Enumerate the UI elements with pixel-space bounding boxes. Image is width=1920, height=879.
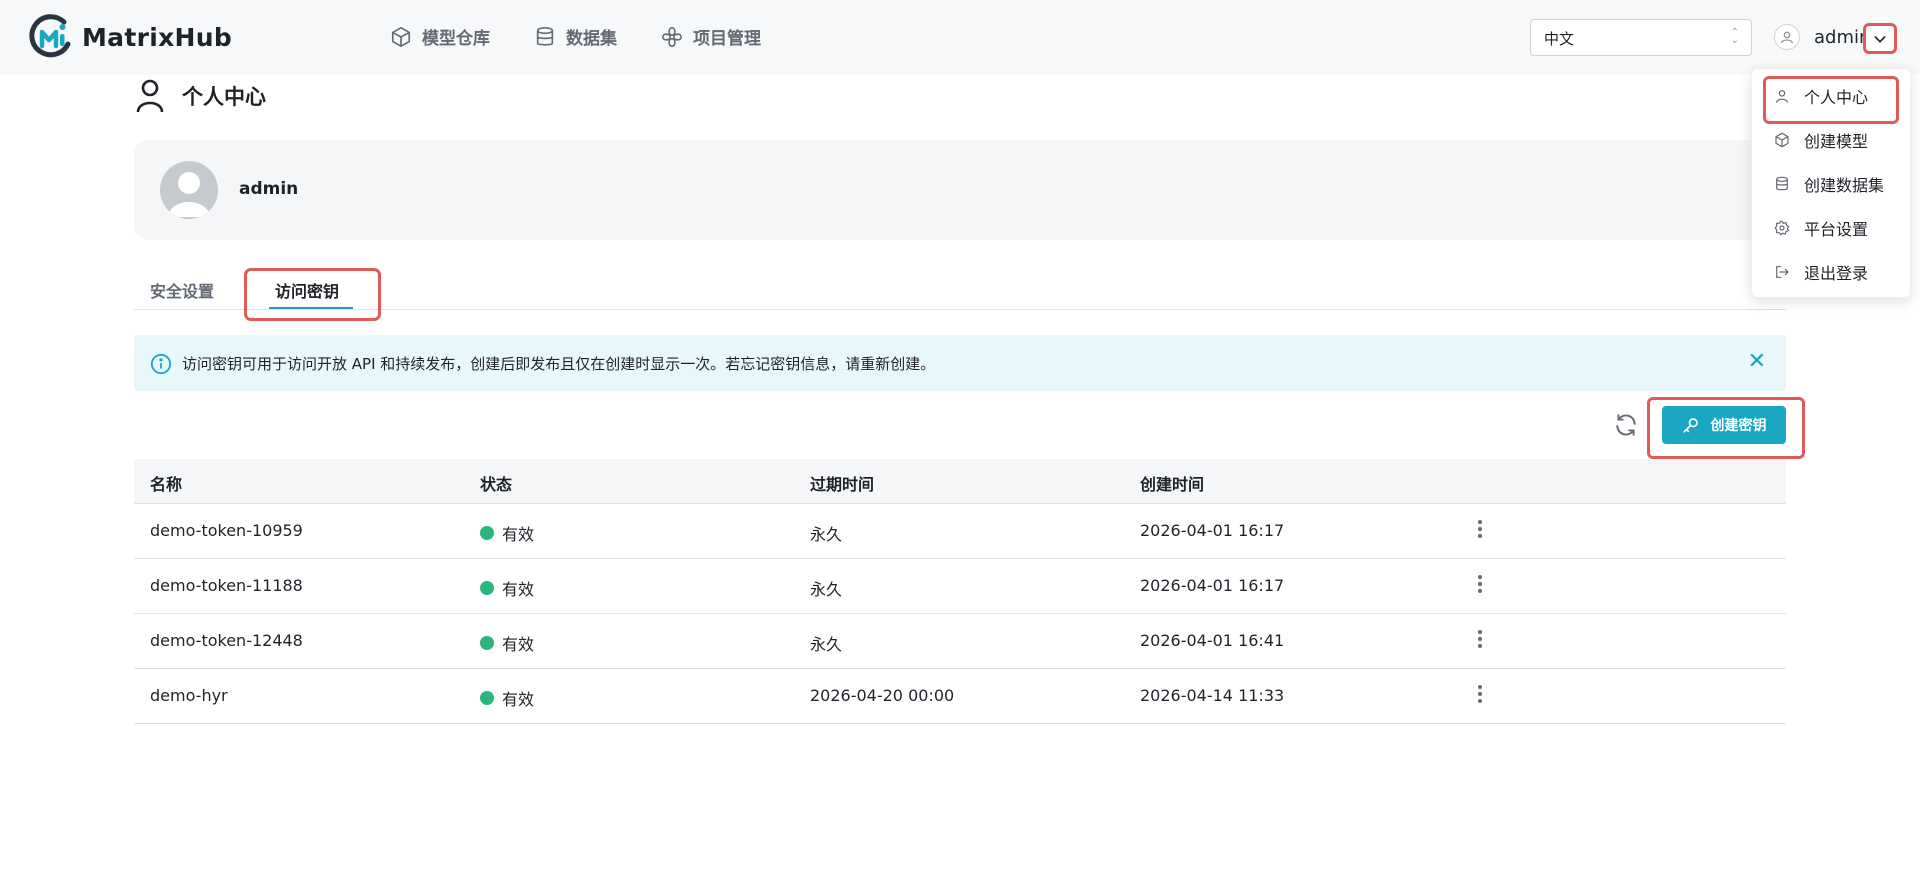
more-vertical-icon[interactable]: [1476, 628, 1484, 650]
menu-item-label: 退出登录: [1804, 264, 1869, 283]
logout-icon: [1776, 266, 1789, 278]
nav-item-models[interactable]: 模型仓库: [390, 24, 490, 49]
key-expires: 2026-04-20 00:00: [810, 686, 955, 705]
header-username: admin: [1814, 26, 1871, 48]
chevron-down-icon: [1874, 35, 1886, 43]
avatar: [160, 161, 218, 219]
status-text: 有效: [502, 580, 535, 599]
key-expires: 永久: [810, 580, 843, 599]
highlight-box-tab: [244, 268, 381, 321]
default-avatar-icon: [168, 172, 210, 217]
key-status: 有效: [480, 521, 534, 545]
status-text: 有效: [502, 635, 535, 654]
status-dot: [480, 691, 494, 705]
key-name: demo-token-11188: [150, 576, 303, 595]
highlight-box-profile-item: [1763, 76, 1899, 124]
matrixhub-logo-icon: [28, 14, 74, 60]
column-header-name: 名称: [150, 475, 183, 494]
more-vertical-icon[interactable]: [1476, 518, 1484, 540]
nav-item-label: 模型仓库: [422, 29, 490, 49]
access-keys-table: 名称 状态 过期时间 创建时间 demo-token-10959 有效 永久 2…: [134, 459, 1786, 724]
page-title: 个人中心: [135, 78, 266, 114]
info-alert: 访问密钥可用于访问开放 API 和持续发布，创建后即发布且仅在创建时显示一次。若…: [134, 335, 1786, 391]
database-icon: [1776, 176, 1788, 191]
user-menu-trigger[interactable]: admin: [1774, 24, 1870, 50]
nav-item-label: 项目管理: [693, 29, 761, 49]
highlight-box-create: [1647, 397, 1805, 459]
app-name: MatrixHub: [82, 22, 233, 52]
nav-item-datasets[interactable]: 数据集: [534, 24, 617, 49]
table-row: demo-token-10959 有效 永久 2026-04-01 16:17: [134, 504, 1786, 559]
key-expires: 永久: [810, 525, 843, 544]
key-name: demo-token-10959: [150, 521, 303, 540]
nav-item-label: 数据集: [566, 29, 617, 49]
status-text: 有效: [502, 525, 535, 544]
menu-item-label: 创建数据集: [1804, 176, 1885, 195]
database-icon: [536, 26, 554, 46]
nav-item-projects[interactable]: 项目管理: [661, 24, 761, 49]
more-vertical-icon[interactable]: [1476, 683, 1484, 705]
refresh-icon: [1616, 414, 1636, 436]
user-dropdown-button[interactable]: [1863, 23, 1897, 54]
menu-item-platform-settings[interactable]: 平台设置: [1752, 209, 1912, 247]
key-created: 2026-04-01 16:41: [1140, 631, 1285, 650]
table-row: demo-token-12448 有效 永久 2026-04-01 16:41: [134, 614, 1786, 669]
settings-tabs: 安全设置 访问密钥: [134, 268, 1786, 310]
status-dot: [480, 581, 494, 595]
cube-icon: [391, 26, 411, 47]
table-row: demo-token-11188 有效 永久 2026-04-01 16:17: [134, 559, 1786, 614]
tab-security-settings[interactable]: 安全设置: [150, 278, 214, 302]
key-status: 有效: [480, 631, 534, 655]
table-header: 名称 状态 过期时间 创建时间: [134, 459, 1786, 504]
language-select[interactable]: 中文 ⌃ ⌄: [1530, 19, 1752, 56]
close-icon[interactable]: ✕: [1748, 351, 1766, 373]
key-created: 2026-04-01 16:17: [1140, 521, 1285, 540]
column-header-status: 状态: [480, 475, 513, 494]
app-logo[interactable]: MatrixHub: [28, 14, 232, 60]
more-vertical-icon[interactable]: [1476, 573, 1484, 595]
table-row: demo-hyr 有效 2026-04-20 00:00 2026-04-14 …: [134, 669, 1786, 724]
status-dot: [480, 636, 494, 650]
project-icon: [662, 26, 682, 47]
menu-item-logout[interactable]: 退出登录: [1752, 253, 1912, 291]
key-created: 2026-04-01 16:17: [1140, 576, 1285, 595]
key-status: 有效: [480, 576, 534, 600]
profile-username: admin: [239, 179, 299, 199]
profile-card: admin: [134, 140, 1784, 240]
select-arrows-icon: ⌃ ⌄: [1730, 27, 1739, 46]
menu-item-create-model[interactable]: 创建模型: [1752, 121, 1912, 159]
info-icon: [150, 353, 172, 375]
menu-item-label: 平台设置: [1804, 220, 1869, 239]
page-title-text: 个人中心: [182, 85, 266, 109]
gear-icon: [1774, 220, 1790, 236]
menu-item-label: 创建模型: [1804, 132, 1869, 151]
refresh-button[interactable]: [1613, 412, 1639, 442]
status-dot: [480, 526, 494, 540]
cube-icon: [1775, 132, 1789, 148]
key-name: demo-hyr: [150, 686, 228, 705]
column-header-expires: 过期时间: [810, 475, 875, 494]
key-expires: 永久: [810, 635, 843, 654]
key-created: 2026-04-14 11:33: [1140, 686, 1285, 705]
user-avatar-icon: [1774, 24, 1800, 50]
key-name: demo-token-12448: [150, 631, 303, 650]
menu-item-create-dataset[interactable]: 创建数据集: [1752, 165, 1912, 203]
column-header-created: 创建时间: [1140, 475, 1205, 494]
key-status: 有效: [480, 686, 534, 710]
top-navbar: MatrixHub 模型仓库 数据集 项目管理 中文 ⌃ ⌄ admin: [0, 0, 1920, 75]
user-icon: [136, 79, 164, 113]
main-nav: 模型仓库 数据集 项目管理: [390, 24, 805, 49]
alert-text: 访问密钥可用于访问开放 API 和持续发布，创建后即发布且仅在创建时显示一次。若…: [182, 355, 936, 373]
language-value: 中文: [1544, 30, 1575, 48]
status-text: 有效: [502, 690, 535, 709]
